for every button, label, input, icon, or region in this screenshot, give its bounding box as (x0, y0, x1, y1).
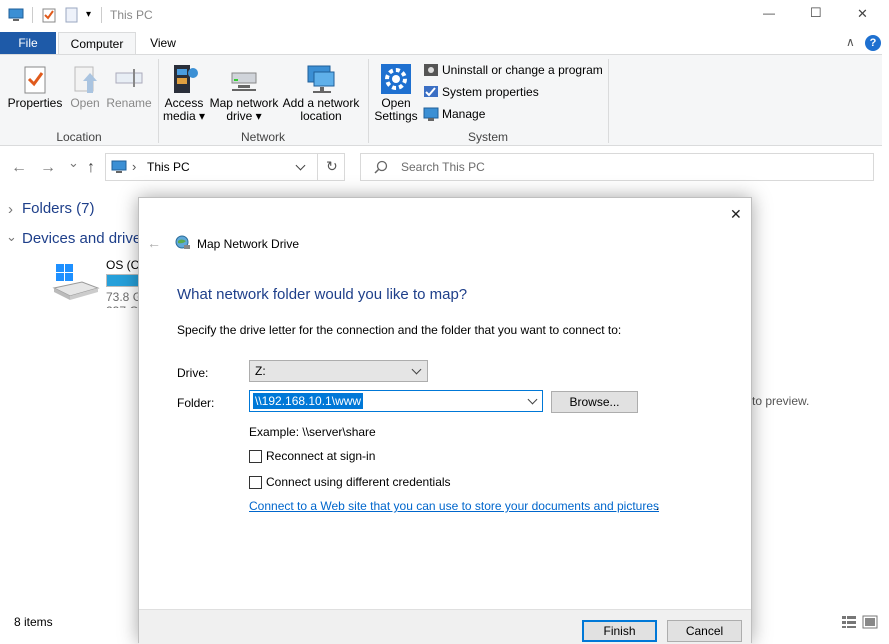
windows-drive-icon (52, 262, 100, 305)
open-button[interactable]: Open (66, 63, 104, 110)
uninstall-icon (423, 62, 439, 78)
properties-icon (19, 63, 51, 95)
search-input[interactable]: Search This PC (401, 160, 485, 174)
access-media-button[interactable]: Access media ▾ (162, 63, 206, 123)
media-icon (168, 63, 200, 95)
dialog-back-button[interactable]: ← (147, 235, 161, 251)
map-network-drive-button[interactable]: Map network drive ▾ (207, 63, 281, 123)
quick-access-dropdown-icon[interactable]: ▾ (86, 9, 91, 20)
content-pane: › Folders (7) ⌄ Devices and drives OS (C… (0, 190, 192, 610)
collapse-chevron-icon[interactable]: ⌄ (6, 229, 17, 245)
close-button[interactable]: ✕ (857, 6, 868, 22)
up-button[interactable]: ↑ (87, 159, 95, 177)
search-icon (374, 160, 388, 177)
folders-section-header[interactable]: Folders (7) (22, 200, 95, 217)
tab-file[interactable]: File (0, 32, 56, 54)
refresh-button[interactable]: ↻ (326, 158, 338, 175)
folder-dropdown-icon (527, 394, 538, 405)
credentials-label[interactable]: Connect using different credentials (266, 475, 451, 489)
recent-locations-button[interactable]: ⌄ (68, 155, 79, 171)
uninstall-program-button[interactable]: Uninstall or change a program (423, 60, 603, 80)
ribbon-tabs: File Computer View ∧ ? (0, 32, 889, 54)
back-button[interactable]: ← (11, 159, 27, 177)
open-icon (69, 63, 101, 95)
cancel-button[interactable]: Cancel (667, 620, 742, 642)
dialog-instruction: Specify the drive letter for the connect… (177, 323, 622, 337)
drive-select-value: Z: (255, 364, 266, 378)
new-folder-quick-icon[interactable] (65, 7, 78, 23)
folder-input-value: \\192.168.10.1\www (253, 393, 364, 409)
preview-pane-text: to preview. (752, 394, 810, 408)
system-group-label: System (467, 130, 508, 144)
dialog-heading: What network folder would you like to ma… (177, 286, 468, 303)
properties-quick-icon[interactable] (42, 7, 56, 23)
map-network-drive-dialog: ✕ ← Map Network Drive What network folde… (138, 197, 752, 644)
settings-gear-icon (380, 63, 412, 95)
folder-example: Example: \\server\share (249, 425, 376, 439)
collapse-ribbon-icon[interactable]: ∧ (846, 35, 855, 49)
web-link-period: . (656, 499, 660, 513)
address-bar[interactable]: › This PC ↻ (105, 153, 345, 181)
system-properties-icon (423, 84, 439, 100)
dialog-close-button[interactable]: ✕ (730, 206, 742, 223)
credentials-checkbox[interactable] (249, 476, 262, 489)
add-network-location-button[interactable]: Add a network location (282, 63, 360, 123)
items-count: 8 items (14, 615, 53, 629)
finish-button[interactable]: Finish (582, 620, 657, 642)
system-properties-button[interactable]: System properties (423, 82, 539, 102)
rename-button[interactable]: Rename (106, 63, 152, 110)
breadcrumb-separator[interactable]: › (132, 159, 136, 174)
manage-icon (423, 106, 439, 122)
title-bar: ▾ This PC — ☐ ✕ (0, 0, 889, 32)
drive-select[interactable]: Z: (249, 360, 428, 382)
rename-icon (113, 63, 145, 95)
folder-input[interactable]: \\192.168.10.1\www (249, 390, 543, 412)
breadcrumb-this-pc[interactable]: This PC (147, 160, 190, 174)
ribbon: Properties Open Rename Location Access m… (0, 54, 882, 146)
tab-view[interactable]: View (140, 32, 186, 54)
drive-label: Drive: (177, 366, 209, 380)
network-globe-icon (175, 235, 191, 254)
dialog-title: Map Network Drive (197, 237, 300, 251)
network-location-icon (305, 63, 337, 95)
expand-chevron-icon[interactable]: › (8, 201, 13, 218)
devices-section-header[interactable]: Devices and drives (22, 230, 149, 247)
drive-dropdown-icon (411, 364, 422, 375)
network-group-label: Network (240, 130, 285, 144)
maximize-button[interactable]: ☐ (810, 5, 822, 21)
network-drive-icon (228, 63, 260, 95)
location-group-label: Location (56, 130, 102, 144)
browse-button[interactable]: Browse... (551, 391, 638, 413)
search-box[interactable]: Search This PC (360, 153, 874, 181)
this-pc-icon (111, 160, 127, 174)
window-right-edge (882, 54, 889, 643)
properties-button[interactable]: Properties (6, 63, 64, 110)
web-site-link[interactable]: Connect to a Web site that you can use t… (249, 499, 659, 513)
address-dropdown-icon[interactable] (295, 160, 306, 171)
manage-button[interactable]: Manage (423, 104, 485, 124)
folder-label: Folder: (177, 396, 215, 410)
minimize-button[interactable]: — (763, 6, 775, 20)
open-settings-button[interactable]: Open Settings (372, 63, 420, 123)
details-view-icon[interactable] (841, 615, 857, 632)
forward-button[interactable]: → (40, 159, 56, 177)
tab-computer[interactable]: Computer (58, 32, 136, 54)
large-icons-view-icon[interactable] (862, 615, 878, 632)
reconnect-label[interactable]: Reconnect at sign-in (266, 449, 375, 463)
help-icon[interactable]: ? (865, 35, 881, 51)
window-title: This PC (110, 8, 153, 22)
reconnect-checkbox[interactable] (249, 450, 262, 463)
dialog-footer: Finish Cancel (139, 609, 751, 644)
computer-icon (8, 8, 24, 21)
